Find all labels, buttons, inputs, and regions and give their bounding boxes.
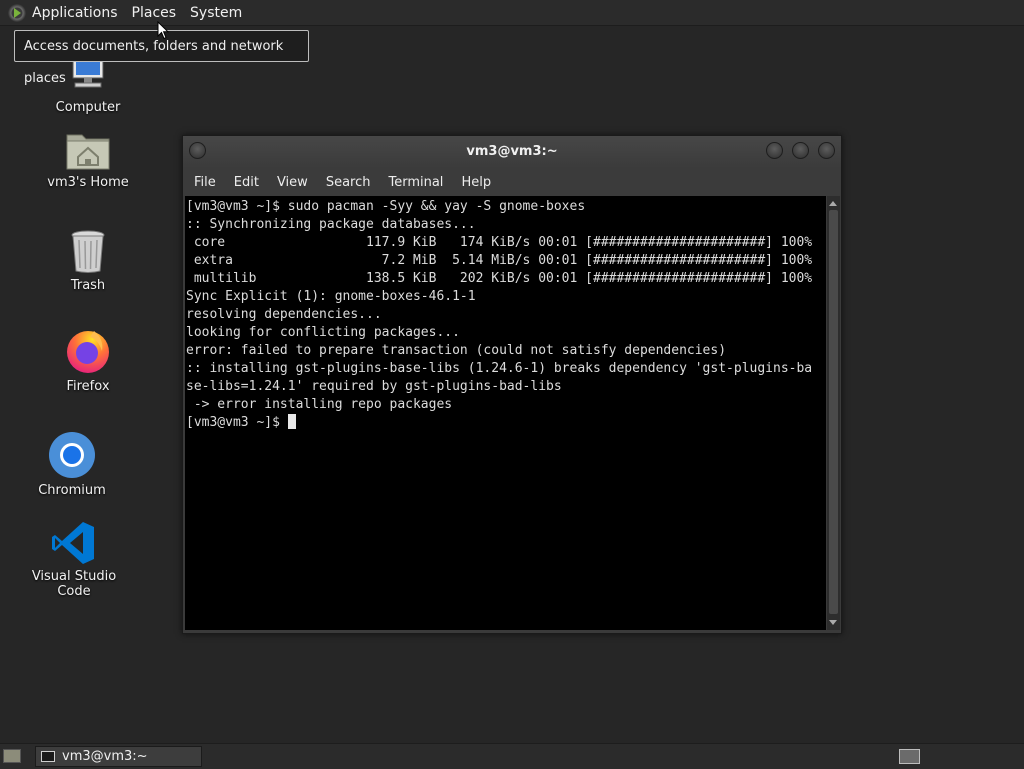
terminal-icon [41, 751, 55, 762]
desktop-icon-chromium[interactable]: Chromium [12, 431, 132, 498]
desktop-icon-label: vm3's Home [47, 175, 129, 190]
terminal-prompt: [vm3@vm3 ~]$ [186, 415, 288, 430]
places-menu[interactable]: Places [125, 0, 184, 25]
desktop-icon-firefox[interactable]: Firefox [28, 327, 148, 394]
trash-icon [64, 229, 112, 274]
text-cursor [287, 414, 296, 429]
terminal-window[interactable]: vm3@vm3:~ File Edit View Search Terminal… [182, 135, 842, 634]
system-menu[interactable]: System [183, 0, 249, 25]
menu-help[interactable]: Help [452, 175, 500, 190]
applications-menu-label: Applications [32, 4, 118, 21]
menu-search[interactable]: Search [317, 175, 380, 190]
taskbar-window-label: vm3@vm3:~ [62, 749, 148, 764]
firefox-icon [64, 327, 112, 375]
desktop-icon-label: Firefox [66, 379, 110, 394]
vscode-icon [50, 521, 98, 565]
menu-view[interactable]: View [268, 175, 317, 190]
minimize-button[interactable] [766, 142, 783, 159]
terminal-output: [vm3@vm3 ~]$ sudo pacman -Syy && yay -S … [185, 196, 826, 432]
terminal-title: vm3@vm3:~ [466, 144, 558, 159]
applications-logo-icon [8, 3, 26, 22]
terminal-titlebar[interactable]: vm3@vm3:~ [183, 136, 841, 168]
top-panel: Applications Places System [0, 0, 1024, 26]
desktop-icon-label: Computer [55, 100, 121, 115]
scroll-down-arrow-icon[interactable] [829, 620, 837, 625]
menu-edit[interactable]: Edit [225, 175, 268, 190]
scroll-up-arrow-icon[interactable] [829, 201, 837, 206]
desktop-icon-trash[interactable]: Trash [28, 229, 148, 293]
desktop-icon-label: Visual Studio Code [31, 569, 117, 599]
terminal-body[interactable]: [vm3@vm3 ~]$ sudo pacman -Syy && yay -S … [185, 196, 826, 630]
bottom-panel: vm3@vm3:~ [0, 743, 1024, 769]
maximize-button[interactable] [792, 142, 809, 159]
show-desktop-icon[interactable] [3, 749, 21, 763]
desktop-icon-label: Trash [70, 278, 106, 293]
desktop-icon-label: Chromium [38, 483, 106, 498]
desktop-icon-vscode[interactable]: Visual Studio Code [14, 521, 134, 599]
menu-file[interactable]: File [183, 175, 225, 190]
workspace-switcher[interactable] [899, 749, 920, 764]
terminal-menubar: File Edit View Search Terminal Help [183, 168, 841, 196]
taskbar-terminal-button[interactable]: vm3@vm3:~ [35, 746, 202, 767]
scrollbar-thumb[interactable] [829, 210, 838, 614]
close-button[interactable] [818, 142, 835, 159]
window-menu-button[interactable] [189, 142, 206, 159]
chromium-icon [48, 431, 96, 479]
mouse-pointer-icon [157, 21, 169, 40]
terminal-output-text: [vm3@vm3 ~]$ sudo pacman -Syy && yay -S … [186, 199, 813, 412]
applications-menu[interactable]: Applications [0, 0, 125, 25]
home-folder-icon [64, 129, 112, 171]
desktop-icon-home[interactable]: vm3's Home [28, 129, 148, 190]
menu-terminal[interactable]: Terminal [379, 175, 452, 190]
terminal-scrollbar[interactable] [827, 196, 840, 630]
